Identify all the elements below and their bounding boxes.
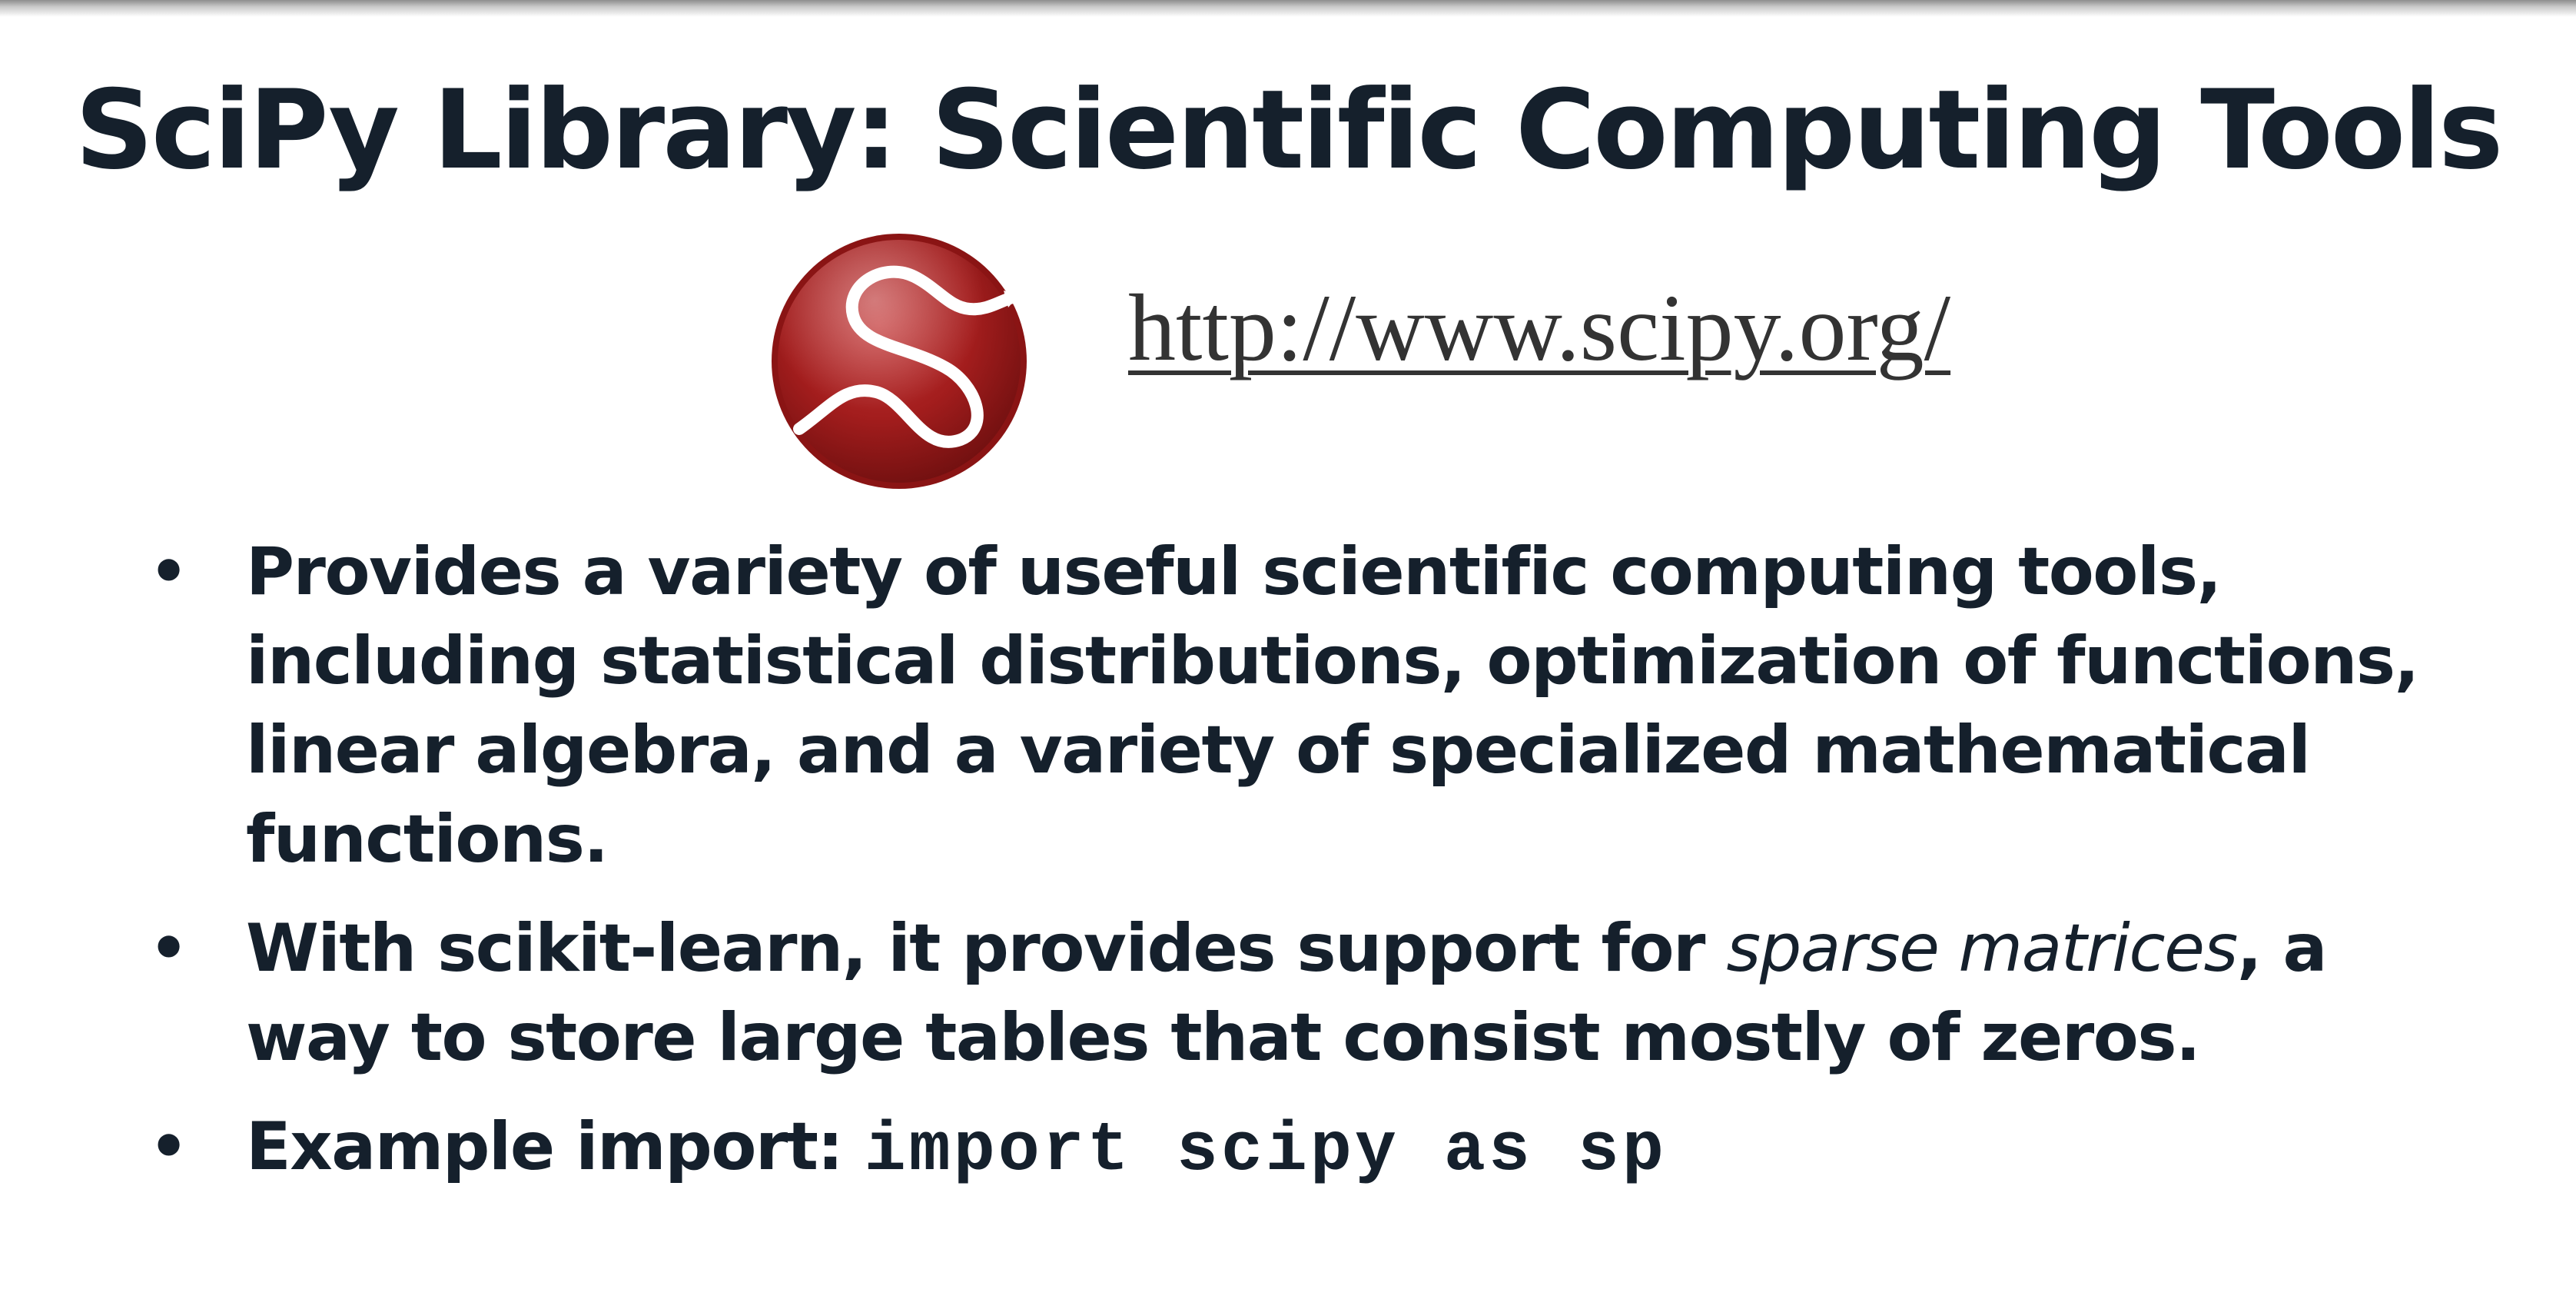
import-code: import scipy as sp [864,1112,1667,1191]
bullet-dot: • [149,536,188,607]
bullet-line: including statistical distributions, opt… [246,623,2419,699]
bullet-line: Example import: import scipy as sp [246,1102,2444,1196]
scipy-url-link[interactable]: http://www.scipy.org/ [1128,271,1950,386]
bullet-item-import: • Example import: import scipy as sp [138,1102,2444,1196]
slide: SciPy Library: Scientific Computing Tool… [0,0,2576,1299]
import-label: Example import: [246,1108,865,1185]
bullet-line: With scikit-learn, it provides support f… [246,904,2444,993]
bullet-line: way to store large tables that consist m… [246,999,2201,1076]
slide-title: SciPy Library: Scientific Computing Tool… [75,67,2504,194]
bullet-text: With scikit-learn, it provides support f… [246,910,1727,987]
bullet-dot: • [149,1111,188,1182]
scipy-logo-icon [772,234,1027,489]
bullet-text: , a [2236,910,2328,987]
bullet-line: functions. [246,801,609,878]
top-shadow [0,0,2576,17]
bullet-item-tools: • Provides a variety of useful scientifi… [138,527,2444,884]
bullet-line: linear algebra, and a variety of special… [246,712,2311,789]
bullet-list: • Provides a variety of useful scientifi… [138,527,2444,1216]
sparse-matrices-emphasis: sparse matrices [1726,910,2238,987]
bullet-line: Provides a variety of useful scientific … [246,533,2222,610]
bullet-item-sparse: • With scikit-learn, it provides support… [138,904,2444,1082]
bullet-dot: • [149,912,188,984]
